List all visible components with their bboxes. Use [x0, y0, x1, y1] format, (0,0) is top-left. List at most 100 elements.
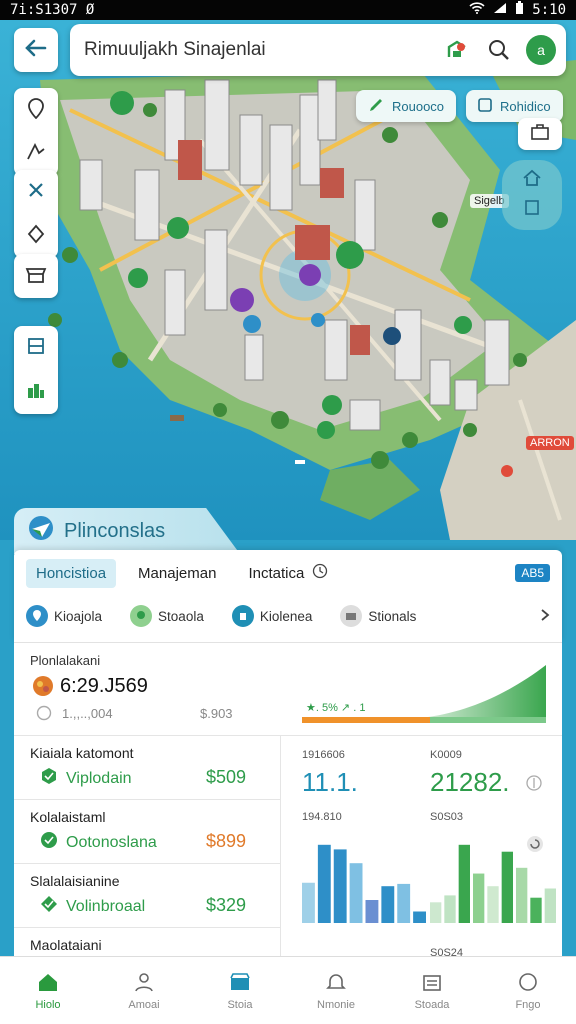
list-item[interactable]: Kiaiala katomont Viplodain $509 [14, 735, 280, 800]
check-badge-icon [40, 767, 58, 790]
pin-outline-icon [26, 97, 46, 124]
clipboard-icon [523, 198, 541, 221]
map-label-marker: ARRON [526, 436, 574, 450]
park-icon [130, 605, 153, 627]
map-tools-mid [14, 170, 58, 258]
list-item[interactable]: Slalalaisianine Volinbroaal $329 [14, 863, 280, 928]
document-icon [421, 972, 443, 995]
stats-tool[interactable] [14, 370, 58, 414]
bar [381, 886, 395, 923]
category-item[interactable]: Stionals [340, 605, 416, 627]
plane-icon [28, 515, 54, 547]
nav-more[interactable]: Fngo [480, 957, 576, 1024]
bar-chart-left [302, 844, 426, 923]
list-item-title: Kolalaistaml [30, 809, 106, 825]
nav-people[interactable]: Amoai [96, 957, 192, 1024]
tab-badge[interactable]: AB5 [515, 564, 550, 582]
list-item-title: Maolataiani [30, 937, 102, 953]
diamond-icon [26, 224, 46, 249]
search-bar[interactable]: Rimuuljakh Sinajenlai a [70, 24, 566, 76]
category-item[interactable]: Kioajola [26, 605, 102, 627]
panel-header[interactable]: Plinconslas [14, 508, 240, 554]
bar-chart-right [430, 844, 556, 923]
grid-tool[interactable] [14, 326, 58, 370]
bar [444, 895, 456, 923]
route-icon [25, 142, 47, 167]
nav-notify[interactable]: Nmonie [288, 957, 384, 1024]
list-item[interactable]: Kolalaistaml Ootonoslana $899 [14, 799, 280, 864]
stat-right-label: K0009 [430, 749, 462, 761]
category-item[interactable]: Kiolenea [231, 605, 312, 627]
building-icon [231, 605, 254, 627]
tab-management[interactable]: Manajeman [128, 559, 226, 588]
info-pin-icon [36, 705, 52, 726]
close-tool[interactable] [14, 170, 58, 214]
list-item-name: Volinbroaal [40, 895, 145, 918]
store-icon [25, 264, 47, 289]
profile-icon[interactable]: a [526, 35, 556, 65]
map-tools-bottom [14, 326, 58, 414]
chevron-right-icon[interactable] [540, 608, 550, 625]
check-badge-icon [40, 831, 58, 854]
category-label: Kioajola [54, 608, 103, 624]
bar [430, 902, 442, 923]
close-icon [27, 181, 45, 204]
battery-icon [515, 1, 524, 19]
arrow-left-icon [25, 39, 47, 62]
back-button[interactable] [14, 28, 58, 72]
status-time-right: 5:10 [532, 2, 566, 18]
stat-right-value: 21282. [430, 767, 510, 797]
stat-right-sub: S0S03 [430, 811, 464, 823]
summary-value: 6:29.J569 [60, 675, 148, 697]
summary-sub-right: $.903 [200, 706, 233, 721]
bell-icon [325, 972, 347, 995]
nav-label: Nmonie [317, 998, 355, 1011]
wifi-icon [469, 2, 485, 18]
list-item-title: Slalalaisianine [30, 873, 120, 889]
tab-statistics[interactable]: Inctatica [238, 557, 338, 589]
bar [458, 844, 470, 923]
bar [333, 849, 347, 923]
bar [302, 882, 315, 923]
list-item-amount: $899 [205, 831, 246, 851]
nav-home[interactable]: Hiolo [0, 957, 96, 1024]
store-icon [229, 972, 251, 995]
location-pin-tool[interactable] [14, 88, 58, 132]
home-icon [522, 169, 542, 192]
summary-sub-left: 1.,,..,004 [62, 706, 113, 721]
search-icon[interactable] [484, 35, 514, 65]
pencil-icon [368, 97, 384, 116]
stat-left-sub: 194.810 [302, 811, 342, 823]
bar [365, 900, 379, 923]
bar [530, 897, 542, 923]
nav-label: Stoada [414, 998, 450, 1011]
chart-icon [26, 380, 46, 405]
summary-title: Plonlalakani [30, 653, 101, 668]
list-item-title: Kiaiala katomont [30, 745, 134, 761]
summary-card: Plonlalakani 6:29.J569 1.,,..,004 $.903 … [14, 643, 562, 736]
map-layer-toggle[interactable] [502, 160, 562, 230]
nav-label: Hiolo [35, 998, 61, 1011]
nav-stats[interactable]: Stoada [384, 957, 480, 1024]
people-icon [133, 972, 155, 995]
nav-store[interactable]: Stoia [192, 957, 288, 1024]
bar [413, 911, 426, 923]
map-tools-store [14, 254, 58, 298]
status-time-left: 7i:S1307 Ø [10, 2, 95, 18]
square-icon [478, 97, 492, 115]
tab-overview[interactable]: Honcistioa [26, 558, 117, 588]
map-filter-chip-left[interactable]: Rouooco [356, 90, 457, 122]
check-badge-icon [40, 895, 58, 918]
stat-left-label: 1916606 [302, 749, 345, 761]
info-icon[interactable] [526, 775, 542, 796]
layers-icon[interactable] [442, 35, 472, 65]
marker-tool[interactable] [14, 214, 58, 258]
briefcase-icon [530, 123, 550, 146]
map-save-button[interactable] [518, 118, 562, 150]
bar [501, 851, 513, 923]
status-bar: 7i:S1307 Ø 5:10 [0, 0, 576, 20]
category-item[interactable]: Stoaola [130, 605, 204, 627]
bar [544, 888, 556, 923]
search-input[interactable]: Rimuuljakh Sinajenlai [84, 39, 430, 61]
store-tool[interactable] [14, 254, 58, 298]
